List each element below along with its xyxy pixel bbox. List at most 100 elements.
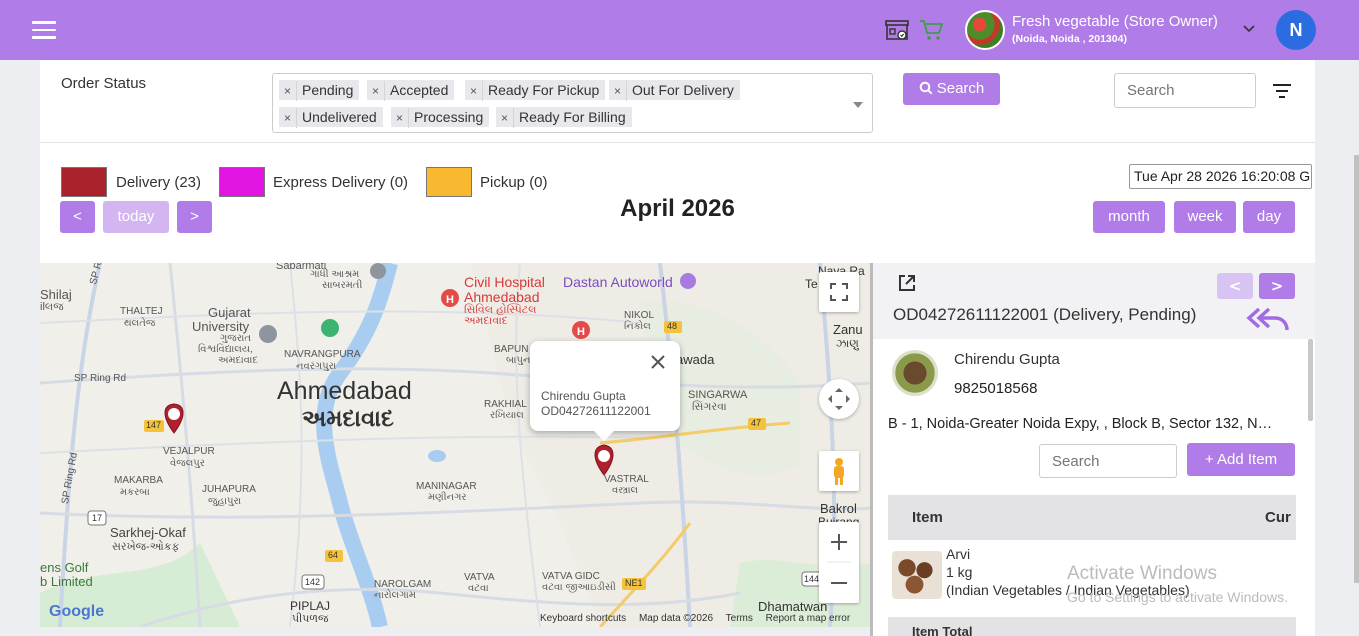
remove-tag-icon[interactable]: ×: [496, 108, 514, 128]
road-shield: 47: [751, 418, 762, 428]
customer-address: B - 1, Noida-Greater Noida Expy, , Block…: [888, 416, 1278, 432]
map-label-golf2: b Limited: [40, 574, 93, 589]
map-label-hospital-gu2: અમદાવાદ: [464, 315, 508, 327]
map-label-uni: Gujarat: [208, 305, 251, 320]
menu-icon[interactable]: [32, 21, 56, 39]
road-shield: 64: [328, 550, 339, 560]
map-label-vejalpur-gu: વેજલપુર: [170, 458, 205, 469]
map-label-golf: ens Golf: [40, 560, 89, 575]
map-info-window: Chirendu Gupta OD04272611122001: [530, 341, 680, 441]
map-label-thaltej: THALTEJ: [120, 306, 163, 317]
order-title: OD04272611122001 (Delivery, Pending): [893, 305, 1197, 324]
fullscreen-icon: [830, 283, 848, 301]
map-label-vatva-gidc-gu: વટવા જીઆઇડીસી: [542, 582, 616, 593]
terms-link[interactable]: Terms: [726, 613, 753, 624]
tag-label: Ready For Pickup: [488, 82, 600, 98]
store-icon[interactable]: [884, 18, 910, 42]
legend-swatch-express: [219, 167, 265, 197]
map-label-uni-gu: ગુજરાત: [220, 333, 252, 344]
map[interactable]: H H Ahmedabad અમદાવાદ Civil Hospital Ahm…: [40, 263, 870, 627]
dropdown-arrow-icon[interactable]: [853, 102, 863, 108]
map-label-maninagar-gu: મણીનગર: [428, 492, 467, 503]
fullscreen-button[interactable]: [819, 272, 859, 312]
watermark-subtitle: Go to Settings to activate Windows.: [1067, 589, 1288, 605]
map-label-piplaj: PIPLAJ: [290, 599, 331, 613]
map-label-zanu: Zanu: [833, 322, 863, 337]
google-logo: Google: [49, 603, 105, 620]
zoom-control: [819, 522, 859, 603]
camera-control[interactable]: [819, 379, 859, 419]
filter-icon[interactable]: [1272, 83, 1292, 99]
map-label-city-gu: અમદાવાદ: [302, 405, 394, 431]
status-tag: × Accepted: [367, 80, 455, 101]
remove-tag-icon[interactable]: ×: [609, 81, 627, 101]
map-label-shilaj-gu: ilલજ: [40, 301, 64, 313]
svg-text:H: H: [446, 294, 454, 306]
keyboard-shortcuts-link[interactable]: Keyboard shortcuts: [540, 613, 626, 624]
map-label-shilaj: Shilaj: [40, 287, 72, 302]
map-label-navrangpura: NAVRANGPURA: [284, 349, 361, 360]
map-label-bapun: BAPUN: [494, 344, 529, 355]
tag-label: Undelivered: [302, 109, 377, 125]
info-order-id: OD04272611122001: [541, 404, 651, 418]
map-label-sarkhej-gu: સરખેજ-ઓકફ: [112, 541, 180, 553]
page-scrollbar[interactable]: [1354, 155, 1359, 583]
panel-scrollbar[interactable]: [1308, 339, 1313, 421]
status-tag: × Undelivered: [279, 107, 383, 128]
tag-label: Pending: [302, 82, 354, 98]
external-link-icon[interactable]: [897, 273, 917, 293]
store-name[interactable]: Fresh vegetable (Store Owner): [1012, 13, 1218, 30]
filter-card: Order Status × Pending × Accepted × Ready F…: [40, 60, 1315, 143]
remove-tag-icon[interactable]: ×: [279, 81, 297, 101]
search-button[interactable]: Search: [903, 73, 1000, 105]
map-label-nikol: NIKOL: [624, 310, 655, 321]
search-input[interactable]: [1114, 73, 1256, 108]
map-label-sabarmati-gu: સાબરમતી: [322, 280, 363, 291]
remove-tag-icon[interactable]: ×: [279, 108, 297, 128]
chevron-down-icon[interactable]: [1242, 22, 1256, 36]
map-label-uni-gu2: વિશ્વવિદ્યાલય,: [198, 344, 253, 355]
order-status-select[interactable]: × Pending × Accepted × Ready For Pickup × Ou…: [272, 73, 873, 133]
column-header-cur: Cur: [1265, 509, 1291, 526]
status-tag: × Ready For Pickup: [465, 80, 606, 101]
tag-label: Out For Delivery: [632, 82, 734, 98]
tag-label: Ready For Billing: [519, 109, 626, 125]
map-label-thaltej-gu: થલતેજ: [124, 318, 156, 329]
user-avatar[interactable]: N: [1276, 10, 1316, 50]
map-label-rakhial-gu: રખિયાલ: [490, 410, 524, 421]
item-search-input[interactable]: [1039, 444, 1177, 478]
map-label-rakhial: RAKHIAL: [484, 399, 527, 410]
map-label-city: Ahmedabad: [277, 377, 412, 405]
info-customer-name: Chirendu Gupta: [541, 389, 626, 403]
add-item-button[interactable]: + Add Item: [1187, 443, 1295, 476]
map-label-dhamatwan: Dhamatwan: [758, 599, 828, 614]
road-shield: 147: [146, 420, 162, 430]
month-view-button[interactable]: month: [1093, 201, 1165, 233]
remove-tag-icon[interactable]: ×: [391, 108, 409, 128]
remove-tag-icon[interactable]: ×: [465, 81, 483, 101]
week-view-button[interactable]: week: [1174, 201, 1236, 233]
map-label-vastral-gu: વસ્ત્રાલ: [612, 485, 639, 496]
map-label-makarba-gu: મકરબા: [120, 487, 150, 498]
next-order-button[interactable]: >: [1259, 273, 1295, 299]
map-label-navrangpura-gu: નવરંગપુરા: [296, 361, 337, 372]
item-quantity: 1 kg: [946, 564, 973, 580]
map-label-gandhi: ગાંધી આશ્રમ: [310, 269, 360, 280]
remove-tag-icon[interactable]: ×: [367, 81, 385, 101]
close-icon[interactable]: [650, 354, 666, 370]
day-view-button[interactable]: day: [1243, 201, 1295, 233]
customer-phone: 9825018568: [954, 380, 1038, 397]
legend-swatch-delivery: [61, 167, 107, 197]
report-error-link[interactable]: Report a map error: [766, 613, 850, 624]
map-label-singarwa: SINGARWA: [688, 389, 748, 401]
map-label-hospital2: Ahmedabad: [464, 289, 540, 305]
cart-icon[interactable]: [919, 18, 945, 42]
item-name: Arvi: [946, 546, 971, 562]
reply-all-icon[interactable]: [1245, 303, 1291, 333]
status-tag: × Pending: [279, 80, 360, 101]
prev-order-button[interactable]: <: [1217, 273, 1253, 299]
map-label-maninagar: MANINAGAR: [416, 481, 477, 492]
search-icon: [919, 81, 933, 95]
pegman-button[interactable]: [819, 451, 859, 491]
store-avatar[interactable]: [965, 10, 1005, 50]
